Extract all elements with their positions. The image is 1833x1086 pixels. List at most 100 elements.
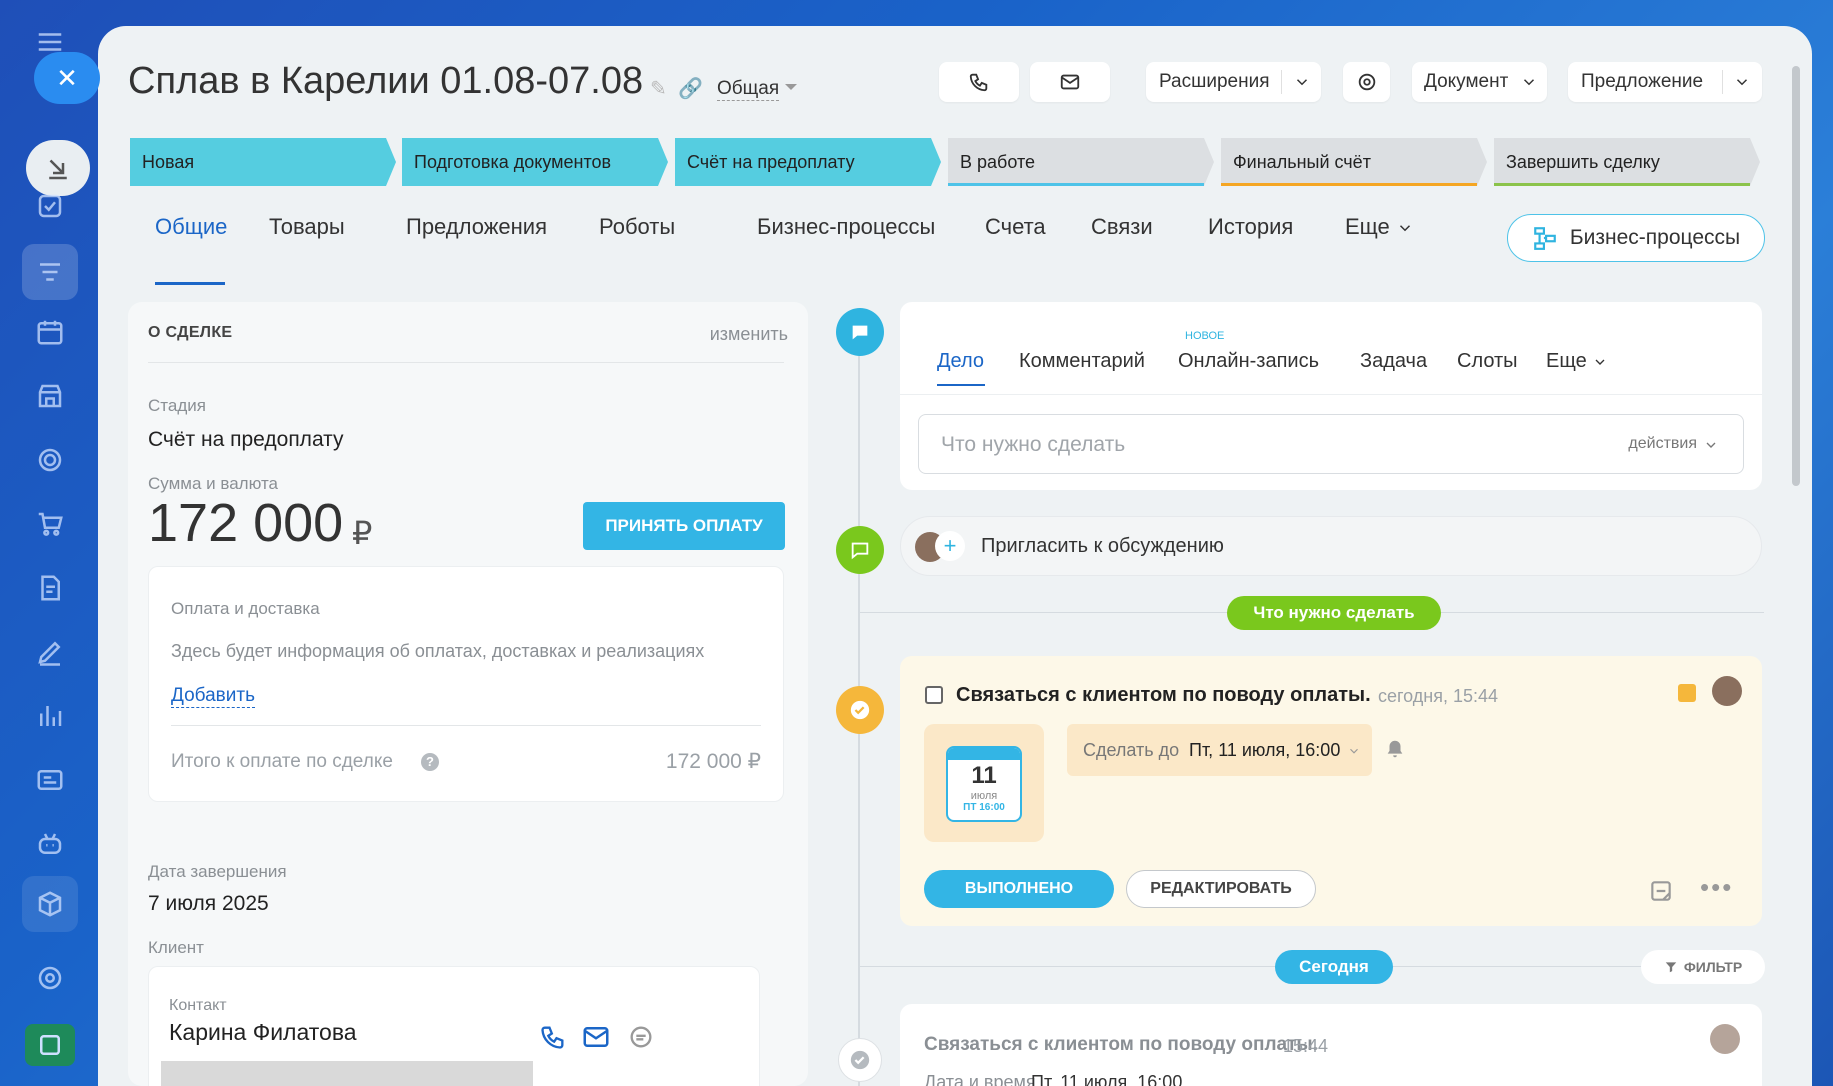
scrollbar[interactable] [1792, 66, 1800, 486]
mail-icon[interactable] [581, 1022, 611, 1052]
app-icon[interactable] [25, 1024, 75, 1066]
tab-general[interactable]: Общие [155, 214, 227, 240]
tab-online-booking[interactable]: Онлайн-запись [1178, 350, 1319, 373]
help-icon[interactable]: ? [421, 753, 439, 771]
history-time: 15:44 [1283, 1036, 1329, 1056]
store-icon[interactable] [28, 374, 72, 418]
settings-button[interactable] [1343, 62, 1390, 102]
document-sign-icon[interactable] [28, 566, 72, 610]
stage-documents[interactable]: Подготовка документов [402, 138, 668, 186]
calendar-icon[interactable] [28, 310, 72, 354]
deadline-label: Сделать до [1083, 740, 1180, 760]
stage-prepayment[interactable]: Счёт на предоплату [675, 138, 941, 186]
pen-icon[interactable] [28, 630, 72, 674]
cart-icon[interactable] [28, 502, 72, 546]
bell-icon[interactable] [1384, 738, 1406, 760]
document-button[interactable]: Документ [1412, 62, 1547, 102]
todo-input[interactable]: Что нужно сделать действия [918, 414, 1744, 474]
divider [148, 362, 784, 363]
chevron-down-icon [1399, 225, 1410, 232]
divider [900, 394, 1762, 395]
tab-robots[interactable]: Роботы [599, 214, 675, 240]
filter-icon [1665, 962, 1677, 973]
tab-slots[interactable]: Слоты [1457, 350, 1518, 373]
email-button[interactable] [1030, 62, 1110, 102]
todo-placeholder: Что нужно сделать [941, 433, 1126, 456]
tasks-icon[interactable] [28, 184, 72, 228]
offer-button[interactable]: Предложение [1568, 62, 1762, 102]
avatar [1712, 676, 1742, 706]
done-button[interactable]: ВЫПОЛНЕНО [924, 870, 1114, 908]
close-date-label: Дата завершения [148, 862, 287, 881]
extensions-label: Расширения [1159, 71, 1270, 92]
stage-final-invoice[interactable]: Финальный счёт [1221, 138, 1487, 186]
call-button[interactable] [939, 62, 1019, 102]
contact-label: Контакт [169, 997, 227, 1014]
contact-name[interactable]: Карина Филатова [169, 1019, 357, 1046]
tab-task[interactable]: Задача [1360, 350, 1427, 373]
invite-bar[interactable]: + Пригласить к обсуждению [900, 516, 1762, 576]
task-card: Связаться с клиентом по поводу оплаты. с… [900, 656, 1762, 926]
timeline-chat-icon [836, 308, 884, 356]
task-title[interactable]: Связаться с клиентом по поводу оплаты. [956, 684, 1371, 707]
note-icon[interactable] [1648, 878, 1674, 904]
tab-deal[interactable]: Дело [937, 350, 984, 373]
total-value: 172 000 ₽ [665, 750, 761, 773]
crm-icon[interactable] [22, 244, 78, 300]
tab-offers[interactable]: Предложения [406, 214, 547, 240]
timeline-done-icon [838, 1038, 882, 1082]
robot-icon[interactable] [28, 822, 72, 866]
edit-pencil-icon[interactable]: ✎ [650, 76, 667, 101]
business-processes-button[interactable]: Бизнес-процессы [1507, 214, 1765, 262]
priority-flag-icon[interactable] [1678, 684, 1696, 702]
tab-history[interactable]: История [1208, 214, 1293, 240]
chevron-down-icon [1736, 79, 1748, 86]
link-icon[interactable]: 🔗 [678, 76, 703, 101]
accept-payment-button[interactable]: ПРИНЯТЬ ОПЛАТУ [583, 502, 785, 550]
history-title[interactable]: Связаться с клиентом по поводу оплаты. [924, 1034, 1318, 1056]
tab-more[interactable]: Еще [1546, 350, 1608, 373]
add-participant-icon[interactable]: + [935, 531, 965, 561]
currency: ₽ [352, 515, 373, 551]
total-label: Итого к оплате по сделке [171, 751, 393, 772]
active-tab-underline [155, 282, 225, 285]
history-item: Связаться с клиентом по поводу оплаты. 1… [900, 1004, 1762, 1086]
stage-close-deal[interactable]: Завершить сделку [1494, 138, 1760, 186]
close-icon[interactable]: ✕ [34, 52, 100, 104]
deadline-box[interactable]: Сделать до Пт, 11 июля, 16:00 [1067, 724, 1372, 776]
analytics-icon[interactable] [28, 694, 72, 738]
deal-panel: Сплав в Карелии 01.08-07.08 ✎ 🔗 Общая Ра… [98, 26, 1812, 1086]
todo-pill: Что нужно сделать [1227, 596, 1441, 630]
add-link[interactable]: Добавить [171, 685, 255, 708]
more-icon[interactable]: ••• [1700, 872, 1733, 903]
edit-button[interactable]: РЕДАКТИРОВАТЬ [1126, 870, 1316, 908]
close-date-value: 7 июля 2025 [148, 892, 269, 915]
tab-links[interactable]: Связи [1091, 214, 1153, 240]
tab-business-processes[interactable]: Бизнес-процессы [757, 214, 935, 240]
filter-button[interactable]: ФИЛЬТР [1641, 950, 1765, 984]
phone-icon[interactable] [539, 1023, 567, 1051]
client-block: Контакт Карина Филатова [148, 966, 760, 1086]
category-select[interactable]: Общая [717, 78, 780, 101]
chat-icon[interactable] [627, 1023, 655, 1051]
task-checkbox[interactable] [925, 686, 943, 704]
contact-center-icon[interactable] [28, 758, 72, 802]
tab-invoices[interactable]: Счета [985, 214, 1046, 240]
stage-value: Счёт на предоплату [148, 428, 344, 451]
stage-in-progress[interactable]: В работе [948, 138, 1214, 186]
payment-title: Оплата и доставка [171, 599, 320, 618]
calendar-box: 11 июля ПТ 16:00 [924, 724, 1044, 842]
activity-editor: Дело Комментарий НОВОЕ Онлайн-запись Зад… [900, 302, 1762, 490]
tab-comment[interactable]: Комментарий [1019, 350, 1145, 373]
actions-dropdown[interactable]: действия [1628, 435, 1697, 453]
settings-icon[interactable] [28, 956, 72, 1000]
stage-new[interactable]: Новая [130, 138, 396, 186]
extensions-button[interactable]: Расширения [1146, 62, 1321, 102]
box-icon[interactable] [22, 876, 78, 932]
tab-more[interactable]: Еще [1345, 214, 1414, 240]
target-icon[interactable] [28, 438, 72, 482]
blurred-details [161, 1061, 533, 1086]
edit-link[interactable]: изменить [710, 324, 788, 345]
active-tab-underline [937, 384, 985, 386]
tab-products[interactable]: Товары [269, 214, 345, 240]
